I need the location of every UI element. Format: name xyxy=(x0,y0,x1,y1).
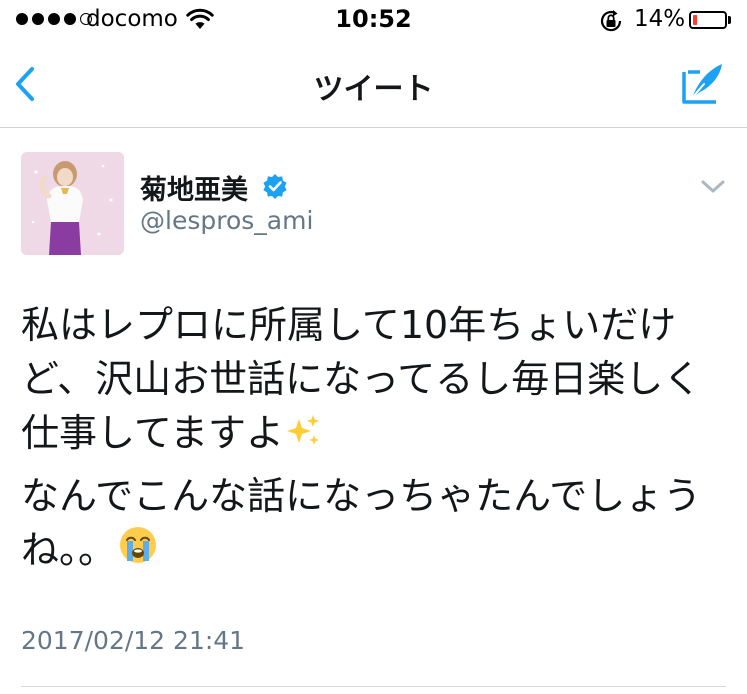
tweet-detail-screen: docomo 10:52 14% ツイート 菊地亜美 @lespros_ami … xyxy=(0,0,747,694)
compose-tweet-button[interactable] xyxy=(680,60,726,106)
battery-percent: 14% xyxy=(634,6,686,32)
battery-icon xyxy=(689,11,727,29)
rotation-lock-icon xyxy=(598,8,624,38)
verified-badge-icon xyxy=(262,173,288,203)
status-bar: docomo 10:52 14% xyxy=(0,0,747,42)
navigation-bar: ツイート xyxy=(0,42,747,128)
tweet-paragraph: 私はレプロに所属して10年ちょいだけど、沢山お世話になってるし毎日楽しく仕事して… xyxy=(21,298,721,463)
page-title: ツイート xyxy=(313,72,434,107)
tweet-timestamp: 2017/02/12 21:41 xyxy=(21,626,246,655)
sparkles-emoji xyxy=(286,409,322,463)
author-handle[interactable]: @lespros_ami xyxy=(140,206,313,235)
tweet-options-button[interactable] xyxy=(698,176,728,198)
battery-level-fill xyxy=(693,15,697,25)
author-avatar[interactable] xyxy=(21,152,124,255)
divider xyxy=(21,686,726,687)
chevron-down-icon xyxy=(701,180,725,193)
crying-face-emoji xyxy=(118,525,158,579)
tweet-text: 私はレプロに所属して10年ちょいだけど、沢山お世話になってるし毎日楽しく仕事して… xyxy=(21,298,721,579)
compose-quill-icon xyxy=(682,64,722,104)
author-name[interactable]: 菊地亜美 xyxy=(140,168,248,207)
tweet-paragraph: なんでこんな話になっちゃたんでしょうね。。 xyxy=(21,469,721,580)
